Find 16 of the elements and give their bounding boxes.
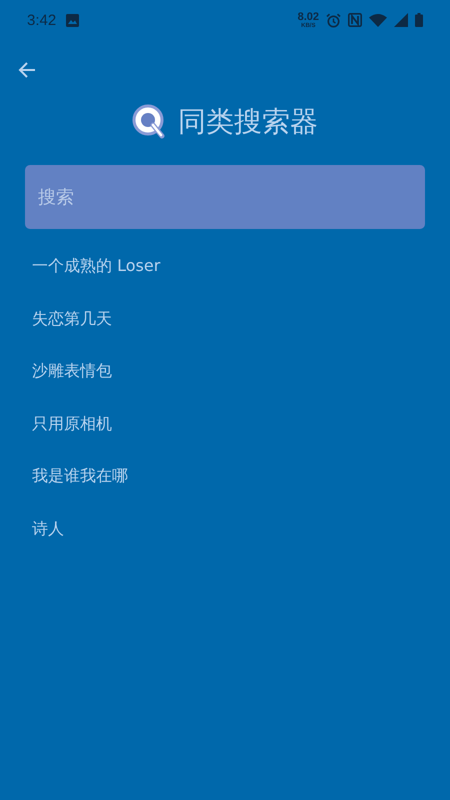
suggestion-item[interactable]: 我是谁我在哪 xyxy=(32,463,128,516)
image-icon xyxy=(66,14,80,26)
suggestion-item[interactable]: 诗人 xyxy=(32,516,64,568)
app-title: 同类搜索器 xyxy=(178,104,318,140)
suggestion-item[interactable]: 沙雕表情包 xyxy=(32,358,112,410)
suggestion-item[interactable]: 失恋第几天 xyxy=(32,306,112,358)
signal-icon xyxy=(394,13,408,27)
wifi-icon xyxy=(369,13,387,27)
nfc-icon xyxy=(348,13,362,27)
status-time: 3:42 xyxy=(27,12,56,28)
battery-icon xyxy=(415,13,423,27)
search-field[interactable]: 搜索 xyxy=(25,165,425,229)
suggestion-item[interactable]: 一个成熟的 Loser xyxy=(32,253,160,306)
suggestion-item[interactable]: 只用原相机 xyxy=(32,410,112,463)
network-speed: 8.02 xyxy=(298,12,319,22)
alarm-icon xyxy=(326,12,341,28)
